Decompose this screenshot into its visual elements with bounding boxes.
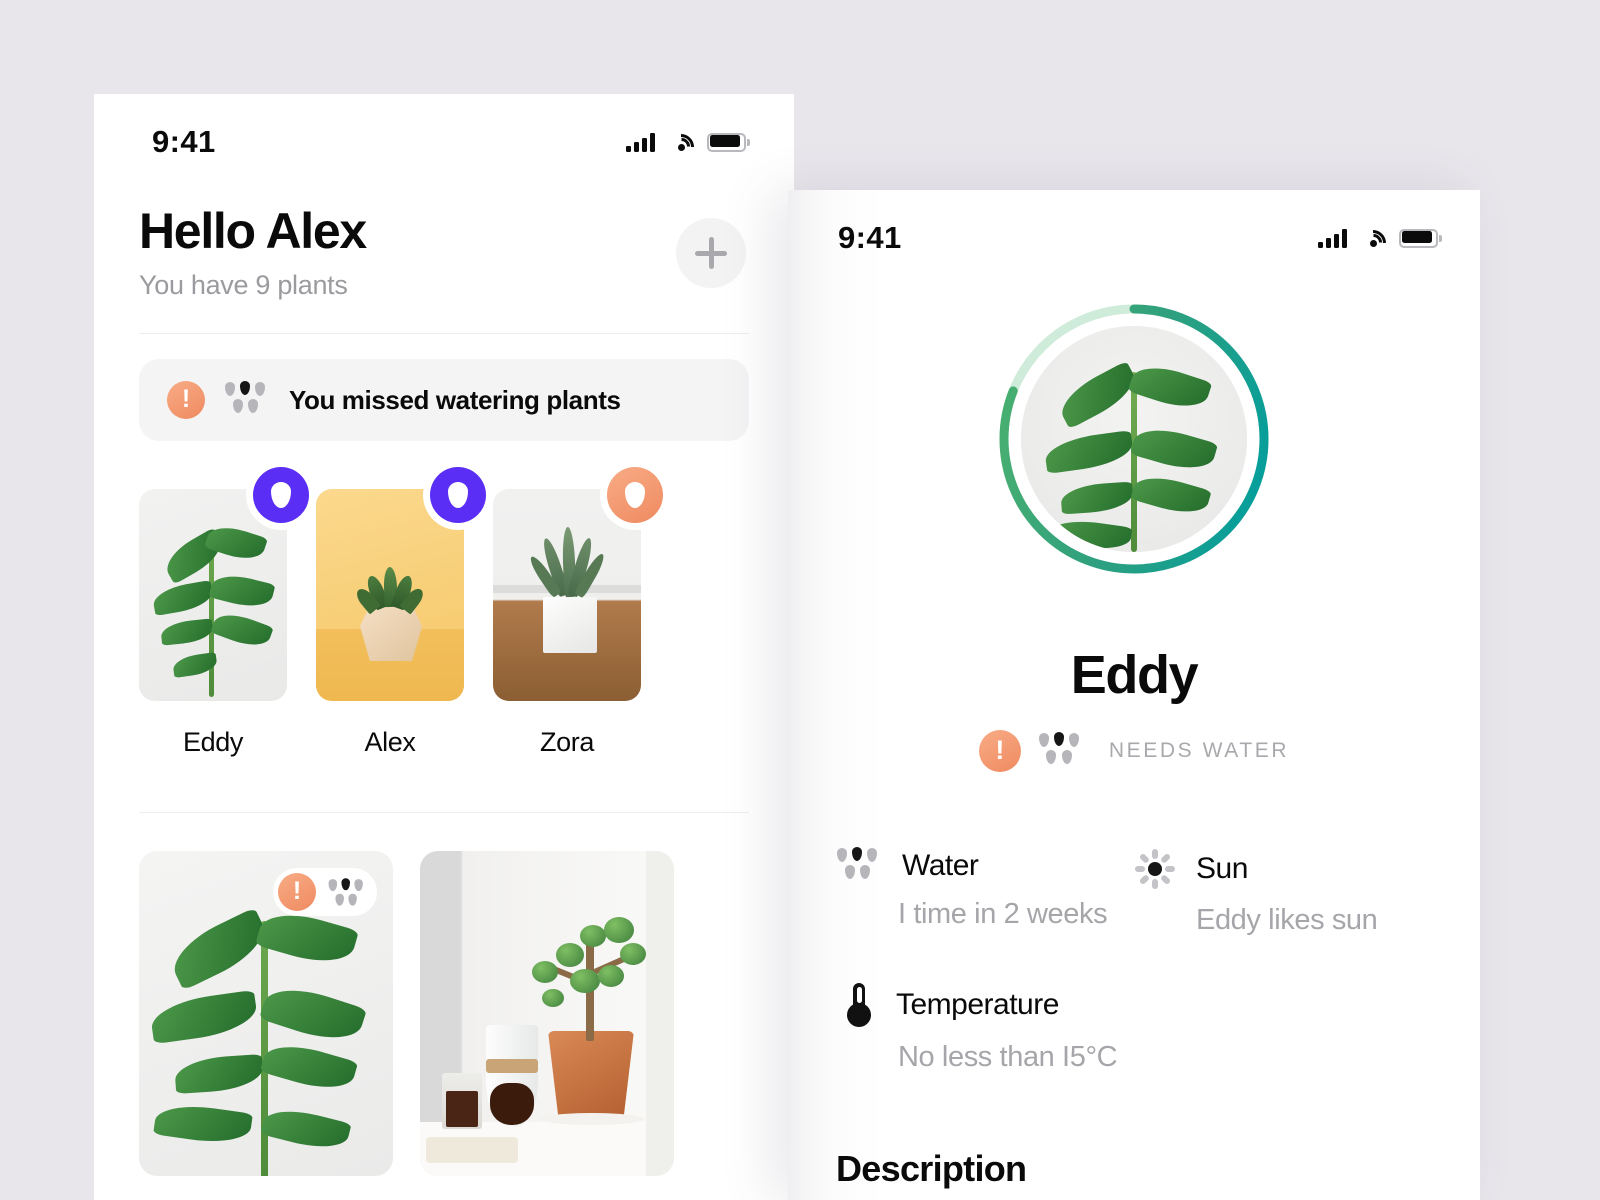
- plant-name: Zora: [540, 727, 594, 757]
- plant-name: Alex: [364, 727, 416, 757]
- list-item[interactable]: Eddy: [139, 467, 309, 758]
- info-value: Eddy likes sun: [1196, 904, 1378, 936]
- detail-status-bar: 9:41: [788, 190, 1480, 286]
- plant-card-image: !: [139, 851, 393, 1176]
- page-title: Hello Alex: [139, 203, 367, 259]
- status-bar-icons: [626, 128, 750, 165]
- plant-thumbnail-image: [493, 489, 641, 701]
- status-bar-time: 9:41: [152, 124, 216, 159]
- sun-icon: [1134, 848, 1176, 890]
- water-drop-icon: [253, 467, 309, 523]
- water-drops-icon: [836, 847, 882, 884]
- description-section: Description Ficus elastica, commonly cal…: [788, 1074, 1480, 1200]
- plant-care-info-grid: Water I time in 2 weeks Sun Eddy likes s…: [788, 772, 1480, 1074]
- status-bar-icons: [1318, 224, 1442, 261]
- info-label: Water: [902, 849, 979, 882]
- plant-count-subtitle: You have 9 plants: [139, 270, 348, 300]
- water-drop-icon: [430, 467, 486, 523]
- header-divider: [139, 333, 749, 334]
- cellular-signal-icon: [626, 132, 655, 152]
- list-item[interactable]: Zora: [493, 467, 663, 758]
- status-bar-time: 9:41: [838, 220, 902, 255]
- greeting-block: Hello Alex You have 9 plants: [139, 203, 367, 301]
- plant-card-image: [420, 851, 674, 1176]
- water-drops-icon: [1038, 732, 1084, 769]
- plant-name: Eddy: [183, 727, 243, 757]
- home-header: Hello Alex You have 9 plants: [94, 190, 794, 301]
- info-water: Water I time in 2 weeks: [836, 847, 1134, 937]
- plant-status-row: ! NEEDS WATER: [788, 730, 1480, 772]
- status-badge: !: [273, 868, 377, 916]
- cellular-signal-icon: [1318, 228, 1347, 248]
- plant-hero-photo: [1021, 326, 1247, 552]
- info-temperature: Temperature No less than I5°C: [836, 983, 1134, 1074]
- info-label: Sun: [1196, 852, 1248, 885]
- water-drops-icon: [328, 878, 363, 906]
- water-drop-icon: [607, 467, 663, 523]
- status-badge: NEEDS WATER: [1108, 739, 1290, 762]
- banner-message: You missed watering plants: [289, 384, 621, 415]
- plant-thumbnail-row: Eddy Alex Zora: [94, 441, 794, 758]
- add-plant-button[interactable]: [676, 218, 746, 288]
- home-status-bar: 9:41: [94, 94, 794, 190]
- info-sun: Sun Eddy likes sun: [1134, 848, 1432, 937]
- plant-detail-phone: 9:41 Eddy ! NEEDS WATER Water I time in …: [788, 190, 1480, 1200]
- water-drops-icon: [224, 381, 270, 418]
- warning-exclamation-icon: !: [278, 873, 316, 911]
- wifi-icon: [1354, 224, 1392, 261]
- plant-thumbnail-image: [139, 489, 287, 701]
- warning-exclamation-icon: !: [167, 381, 205, 419]
- description-title: Description: [836, 1148, 1027, 1189]
- battery-icon: [1399, 228, 1442, 248]
- warning-exclamation-icon: !: [978, 730, 1021, 772]
- info-value: No less than I5°C: [898, 1041, 1118, 1073]
- info-label: Temperature: [896, 988, 1059, 1021]
- plant-name-title: Eddy: [1070, 645, 1199, 705]
- list-item[interactable]: Alex: [316, 467, 486, 758]
- home-screen-phone: 9:41 Hello Alex You have 9 plants ! You …: [94, 94, 794, 1200]
- plant-thumbnail-image: [316, 489, 464, 701]
- screenshot-canvas: 9:41 Hello Alex You have 9 plants ! You …: [0, 0, 1600, 1200]
- plant-hero: [788, 300, 1480, 630]
- info-value: I time in 2 weeks: [898, 898, 1108, 930]
- battery-icon: [707, 132, 750, 152]
- list-item[interactable]: !: [139, 851, 393, 1200]
- thermometer-icon: [842, 983, 876, 1027]
- wifi-icon: [662, 128, 700, 165]
- list-item[interactable]: Wincent,: [420, 851, 674, 1200]
- missed-watering-banner[interactable]: ! You missed watering plants: [139, 359, 749, 441]
- plant-card-row: !: [94, 813, 794, 1200]
